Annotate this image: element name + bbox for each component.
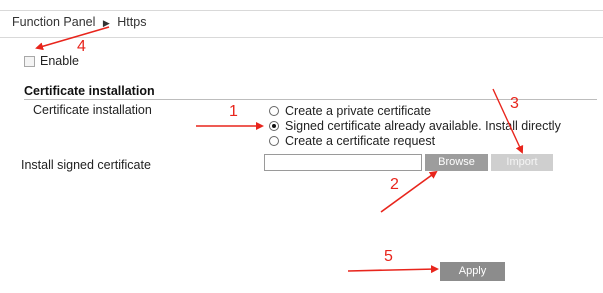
breadcrumb-item-function-panel[interactable]: Function Panel: [12, 15, 95, 29]
certificate-option-group: Create a private certificate Signed cert…: [269, 103, 561, 148]
import-button[interactable]: Import: [491, 154, 553, 171]
radio-button[interactable]: [269, 135, 279, 146]
breadcrumb-divider: [0, 37, 603, 38]
radio-button-selected[interactable]: [269, 120, 279, 131]
annotation-arrow-5: [347, 265, 439, 274]
radio-label[interactable]: Signed certificate already available. In…: [285, 119, 561, 133]
enable-row: Enable: [24, 54, 79, 68]
annotation-number-1: 1: [229, 103, 238, 120]
enable-label[interactable]: Enable: [40, 54, 79, 68]
breadcrumb-item-https: Https: [117, 15, 147, 29]
annotation-arrow-2: [380, 170, 438, 213]
breadcrumb-separator-icon: ▶: [102, 18, 110, 28]
browse-button[interactable]: Browse: [425, 154, 488, 171]
radio-label[interactable]: Create a certificate request: [285, 134, 435, 148]
annotation-number-5: 5: [384, 248, 393, 265]
radio-option-signed-certificate[interactable]: Signed certificate already available. In…: [269, 118, 561, 133]
radio-option-certificate-request[interactable]: Create a certificate request: [269, 133, 561, 148]
section-divider: [24, 99, 597, 100]
top-divider: [0, 10, 603, 11]
radio-button[interactable]: [269, 105, 279, 116]
install-signed-certificate-label: Install signed certificate: [21, 158, 151, 172]
radio-option-private-certificate[interactable]: Create a private certificate: [269, 103, 561, 118]
annotation-number-2: 2: [390, 176, 399, 193]
radio-label[interactable]: Create a private certificate: [285, 104, 431, 118]
section-title: Certificate installation: [24, 84, 155, 98]
certificate-installation-label: Certificate installation: [33, 103, 152, 117]
enable-checkbox[interactable]: [24, 55, 35, 67]
apply-button[interactable]: Apply: [440, 262, 505, 281]
breadcrumb: Function Panel ▶ Https: [12, 15, 146, 29]
certificate-file-input[interactable]: [264, 154, 422, 171]
